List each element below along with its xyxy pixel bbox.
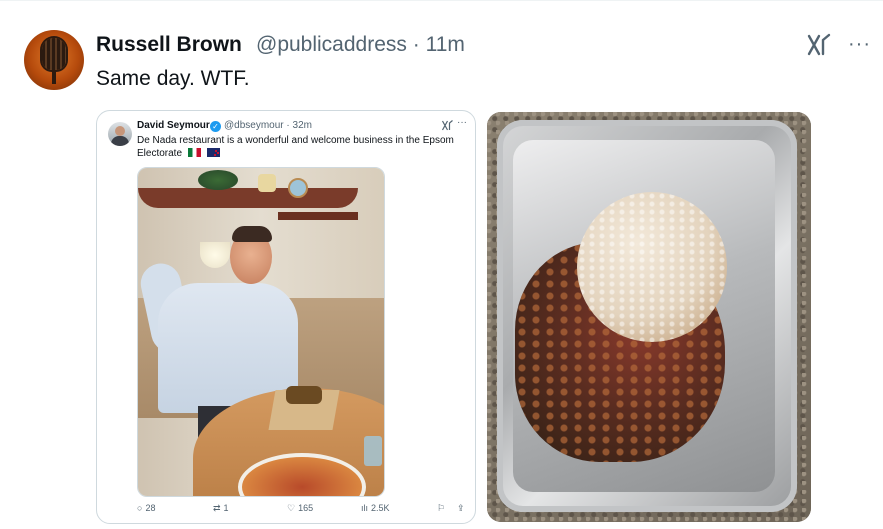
new-zealand-flag-icon — [206, 148, 220, 157]
grok-icon[interactable] — [806, 32, 832, 58]
embedded-more-icon: ··· — [457, 117, 467, 128]
post-time[interactable]: 11m — [426, 33, 465, 56]
embedded-likes: ♡ 165 — [287, 503, 314, 513]
heart-icon: ♡ — [287, 503, 296, 513]
embedded-grok-icon — [441, 120, 453, 131]
embedded-action-bar: ○ 28 ⇄ 1 ♡ 165 ılı 2.5K ⚐ ⇪ — [137, 503, 467, 517]
views-icon: ılı — [361, 503, 369, 513]
author-avatar[interactable] — [24, 30, 84, 90]
post-text: Same day. WTF. — [96, 67, 250, 90]
embedded-reposts: ⇄ 1 — [213, 503, 229, 513]
author-handle[interactable]: @publicaddress — [256, 33, 407, 56]
embedded-author-avatar — [108, 122, 132, 146]
verified-badge-icon: ✓ — [210, 121, 221, 132]
more-options-button[interactable]: ··· — [848, 33, 871, 56]
repost-icon: ⇄ — [213, 503, 221, 513]
embedded-author-name: David Seymour — [137, 120, 210, 131]
embedded-time: 32m — [292, 120, 312, 131]
rice-portion — [577, 192, 727, 342]
reply-icon: ○ — [137, 503, 143, 513]
embedded-handle-time: @dbseymour · 32m — [224, 120, 312, 131]
author-handle-time[interactable]: @publicaddress · 11m — [256, 33, 465, 57]
embedded-views: ılı 2.5K — [361, 503, 390, 513]
author-name[interactable]: Russell Brown — [96, 33, 242, 57]
embedded-tweet-image[interactable]: David Seymour ✓ @dbseymour · 32m ··· De … — [96, 110, 476, 524]
top-divider — [0, 0, 883, 1]
food-tray-photo[interactable] — [487, 112, 811, 522]
embedded-author-handle: @dbseymour — [224, 120, 284, 131]
share-icon: ⇪ — [457, 503, 465, 513]
separator-dot: · — [412, 33, 420, 56]
microphone-icon — [42, 38, 66, 70]
embedded-replies: ○ 28 — [137, 503, 156, 513]
bookmark-icon: ⚐ — [437, 503, 446, 513]
mexico-flag-icon — [187, 148, 201, 157]
restaurant-photo — [137, 167, 385, 497]
embedded-text: De Nada restaurant is a wonderful and we… — [137, 135, 454, 159]
